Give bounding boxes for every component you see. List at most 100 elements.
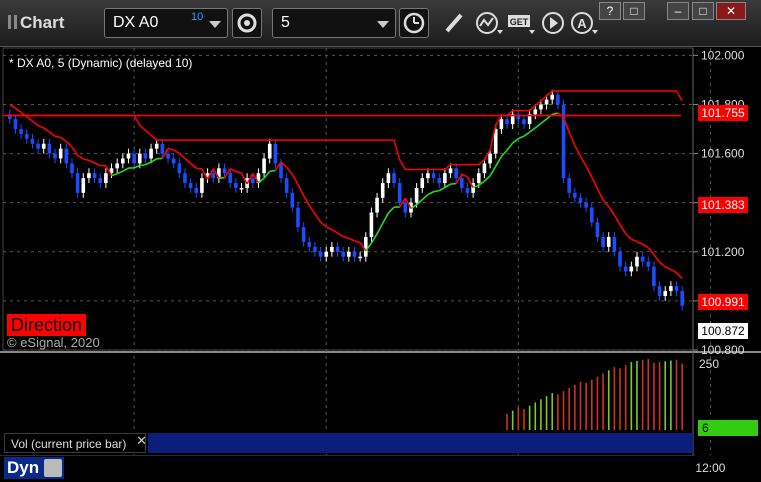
trend-line-red bbox=[326, 227, 332, 230]
price-bar bbox=[155, 144, 159, 149]
price-bar bbox=[183, 173, 187, 183]
trend-line-red bbox=[179, 153, 185, 158]
trend-line-green bbox=[422, 195, 428, 200]
price-bar bbox=[370, 213, 374, 238]
trend-line-green bbox=[490, 166, 496, 176]
trend-line-red bbox=[354, 241, 360, 243]
trend-line-red bbox=[185, 158, 191, 163]
price-bar bbox=[624, 267, 628, 272]
trend-line-green bbox=[123, 168, 129, 171]
trend-line-red bbox=[309, 205, 315, 214]
trend-line-red bbox=[580, 156, 586, 166]
price-bar bbox=[240, 188, 244, 190]
price-bar bbox=[358, 257, 362, 259]
trend-line-red bbox=[665, 267, 671, 270]
trend-line-red bbox=[569, 132, 575, 145]
price-bar bbox=[607, 237, 611, 247]
trend-line-red bbox=[174, 150, 180, 154]
trend-line-green bbox=[434, 191, 440, 192]
price-bar bbox=[550, 95, 554, 100]
price-panel-frame bbox=[3, 48, 693, 350]
price-bar bbox=[19, 129, 23, 134]
price-bar bbox=[127, 154, 131, 159]
price-bar bbox=[426, 173, 430, 178]
trend-line-red bbox=[27, 117, 33, 121]
trend-line-red bbox=[44, 128, 50, 132]
price-bar bbox=[663, 291, 667, 296]
trend-line-red bbox=[236, 171, 242, 173]
trend-line-green bbox=[513, 139, 519, 143]
study-title: * DX A0, 5 (Dynamic) (delayed 10) bbox=[9, 56, 192, 70]
price-bar bbox=[319, 252, 323, 257]
trend-line-green bbox=[524, 132, 530, 136]
indicator-lines bbox=[3, 91, 682, 278]
price-bar bbox=[545, 100, 549, 105]
price-bars bbox=[8, 90, 684, 311]
price-bar bbox=[449, 168, 453, 173]
volume-study-strip bbox=[148, 433, 693, 453]
price-bar bbox=[178, 163, 182, 173]
trend-line-red bbox=[462, 174, 468, 176]
trend-line-green bbox=[388, 207, 394, 213]
price-bar bbox=[454, 168, 458, 178]
price-bar bbox=[432, 173, 436, 178]
price-bar bbox=[313, 247, 317, 252]
price-chart[interactable]: 102.000101.800101.600101.400101.200101.0… bbox=[0, 0, 761, 481]
price-bar bbox=[567, 178, 571, 193]
time-tick-label: 12:00 bbox=[695, 461, 725, 475]
price-bar bbox=[500, 119, 504, 129]
trend-line-red bbox=[78, 155, 84, 158]
price-bar bbox=[76, 173, 80, 193]
price-bar bbox=[296, 208, 300, 228]
price-bar bbox=[618, 252, 622, 267]
trend-line-red bbox=[575, 145, 581, 156]
trend-line-red bbox=[95, 163, 101, 166]
price-bar bbox=[533, 109, 537, 114]
price-bar bbox=[211, 173, 215, 178]
price-tick-label: 101.600 bbox=[701, 147, 745, 161]
trend-line-red bbox=[10, 104, 16, 108]
close-icon[interactable]: ✕ bbox=[136, 433, 147, 449]
price-bar bbox=[172, 158, 176, 163]
price-bar bbox=[291, 193, 295, 208]
trend-line-red bbox=[332, 230, 338, 233]
price-bar bbox=[437, 178, 441, 183]
price-bar bbox=[347, 252, 351, 257]
price-bar bbox=[48, 144, 52, 154]
price-bar bbox=[268, 144, 272, 159]
trend-line-red bbox=[292, 175, 298, 185]
price-bar bbox=[573, 193, 577, 198]
price-bar bbox=[680, 291, 684, 306]
lock-icon[interactable] bbox=[44, 459, 62, 477]
price-bar bbox=[415, 188, 419, 203]
volume-study-label[interactable]: Vol (current price bar) ✕ bbox=[4, 433, 146, 453]
trend-line-green bbox=[383, 213, 389, 223]
price-bar bbox=[149, 149, 153, 159]
trend-line-red bbox=[338, 233, 344, 237]
trend-line-green bbox=[518, 136, 524, 138]
price-bar bbox=[488, 154, 492, 164]
trend-line-red bbox=[315, 214, 321, 222]
price-bar bbox=[387, 173, 391, 183]
trend-line-green bbox=[535, 124, 541, 128]
price-bar bbox=[375, 198, 379, 213]
price-bar bbox=[223, 168, 227, 173]
price-bar bbox=[398, 183, 402, 203]
dynamic-mode-button[interactable]: Dyn bbox=[4, 457, 64, 479]
price-bar bbox=[590, 208, 594, 223]
trend-line-green bbox=[439, 188, 445, 191]
trend-line-red bbox=[631, 239, 637, 241]
trend-line-red bbox=[168, 148, 174, 150]
trend-line-red bbox=[55, 136, 61, 137]
trend-line-green bbox=[445, 184, 451, 187]
price-bar bbox=[307, 242, 311, 247]
price-tick-label: 102.000 bbox=[701, 48, 745, 62]
volume-current-tag: 6 bbox=[698, 420, 758, 436]
trend-line-red bbox=[38, 126, 44, 128]
trend-line-red bbox=[637, 241, 643, 244]
trend-line-red bbox=[609, 207, 615, 215]
price-tag-last: 100.872 bbox=[698, 323, 748, 339]
price-bar bbox=[584, 203, 588, 208]
price-bar bbox=[579, 198, 583, 203]
price-bar bbox=[81, 178, 85, 193]
